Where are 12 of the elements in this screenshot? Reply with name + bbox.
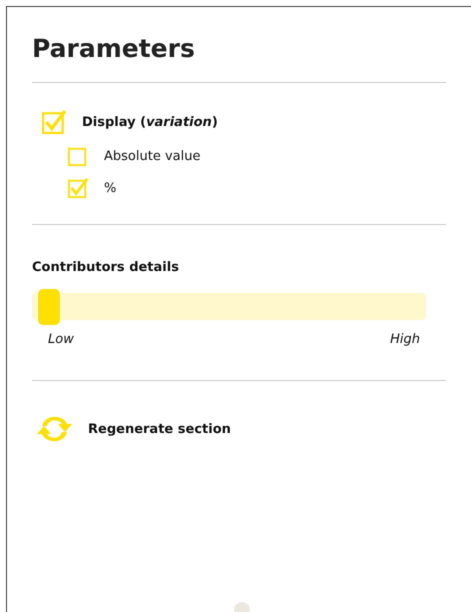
slider-thumb[interactable] [37, 288, 61, 326]
checkbox[interactable] [68, 146, 88, 166]
slider-max-label: High [390, 332, 420, 347]
checkbox-label: Absolute value [104, 148, 200, 164]
checkbox-label: Display (variation) [82, 114, 218, 130]
section-heading: Contributors details [32, 260, 180, 275]
slider-min-label: Low [48, 332, 74, 347]
checkbox-label: % [104, 180, 116, 196]
regenerate-button[interactable]: Regenerate section [32, 381, 446, 446]
checked-checkbox[interactable] [42, 110, 66, 134]
panel-title: Parameters [32, 33, 196, 65]
checked-checkbox[interactable] [68, 178, 88, 198]
